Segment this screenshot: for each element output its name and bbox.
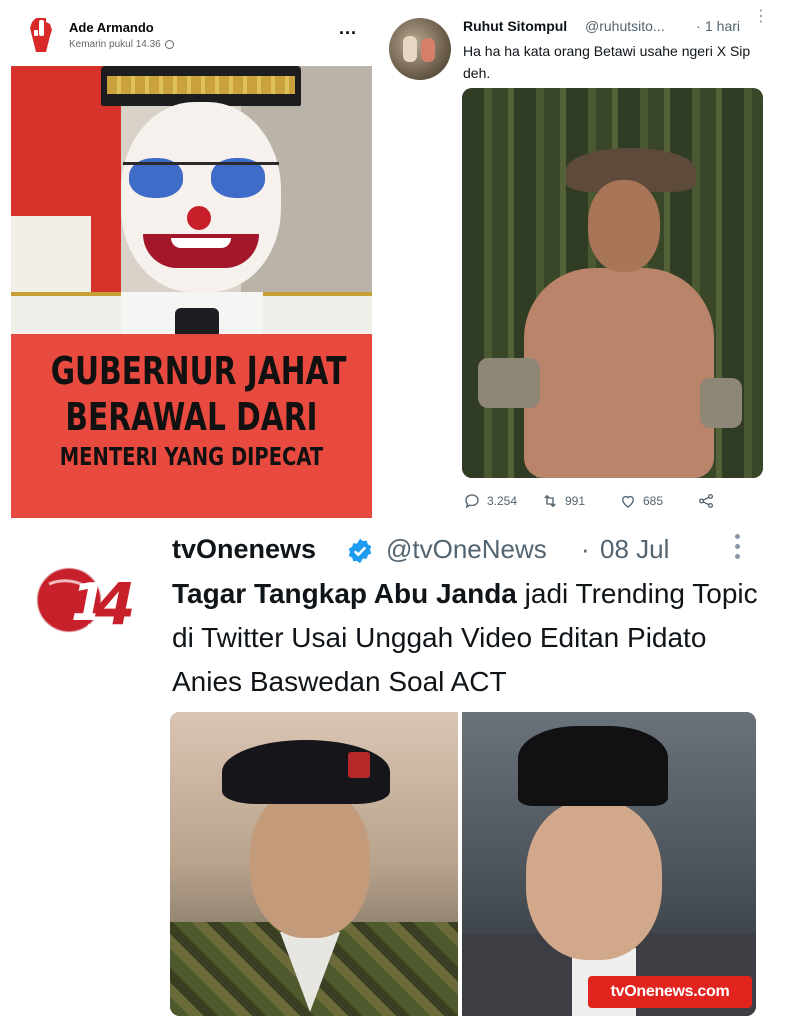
epaulette-left (11, 292, 121, 338)
more-dot (734, 544, 740, 549)
post-timestamp[interactable]: Kemarin pukul 14.36 (69, 39, 174, 50)
image-banner: GUBERNUR JAHAT BERAWAL DARI MENTERI YANG… (11, 334, 372, 518)
timestamp-text: Kemarin pukul 14.36 (69, 39, 161, 50)
tweet-text-bold: Tagar Tangkap Abu Janda (172, 578, 517, 609)
teeth (171, 238, 231, 248)
verified-badge-icon (348, 538, 372, 564)
tweet-actions: 3.254 991 685 (463, 490, 763, 512)
more-options-button[interactable]: ... (339, 18, 357, 39)
separator: · (581, 534, 590, 564)
share-button[interactable] (697, 492, 715, 510)
post-time[interactable]: 1 hari (705, 18, 740, 34)
tvone-14th-logo-icon[interactable]: 1 4 th (35, 558, 141, 640)
tweet-text: Tagar Tangkap Abu Janda jadi Trending To… (172, 572, 772, 704)
share-icon (698, 493, 714, 509)
more-dot (734, 534, 740, 539)
banner-line-1: GUBERNUR JAHAT (50, 349, 347, 393)
clown-nose (187, 206, 211, 230)
banner-line-3: MENTERI YANG DIPECAT (59, 442, 324, 471)
tvone-watermark: tvOnenews.com (588, 976, 752, 1008)
separator: · (696, 18, 701, 34)
author-name[interactable]: tvOnenews (172, 534, 316, 565)
like-count: 685 (643, 494, 664, 508)
post-date[interactable]: 08 Jul (600, 534, 669, 565)
author-name[interactable]: Ruhut Sitompul (463, 18, 567, 34)
cap-band (107, 76, 295, 94)
reply-button[interactable]: 3.254 (463, 492, 517, 510)
avatar-figure-1 (403, 36, 417, 62)
epaulette-right (263, 292, 372, 338)
author-avatar-icon[interactable] (26, 16, 56, 54)
author-avatar[interactable] (389, 18, 451, 80)
face-left (250, 788, 370, 938)
author-name[interactable]: Ade Armando (69, 20, 154, 35)
tweet-text: Ha ha ha kata orang Betawi usahe ngeri X… (463, 43, 751, 81)
post-image[interactable]: GUBERNUR JAHAT BERAWAL DARI MENTERI YANG… (11, 66, 372, 518)
retweet-button[interactable]: 991 (541, 492, 585, 510)
author-handle[interactable]: @ruhutsito... (585, 18, 665, 34)
arm-band-right (700, 378, 742, 428)
avatar-figure-2 (421, 38, 435, 62)
person-torso (524, 268, 714, 478)
more-options-button[interactable]: ⋮ (753, 9, 769, 25)
retweet-count: 991 (565, 494, 586, 508)
beret-badge (348, 752, 370, 778)
author-handle[interactable]: @tvOneNews (386, 534, 547, 565)
tweet-image[interactable]: tvOnenews.com (170, 712, 756, 1016)
twitter-post: Ruhut Sitompul @ruhutsito... · 1 hari ⋮ … (383, 0, 787, 525)
black-peci-cap (518, 726, 668, 806)
retweet-icon (544, 494, 556, 508)
reply-icon (465, 494, 479, 509)
facebook-post: Ade Armando Kemarin pukul 14.36 ... GUBE… (0, 0, 380, 525)
svg-text:th: th (87, 622, 101, 638)
globe-icon (164, 40, 174, 49)
arm-band-left (478, 358, 540, 408)
person-head (588, 180, 660, 272)
more-dot (734, 554, 740, 559)
more-options-button[interactable] (732, 534, 742, 559)
reply-count: 3.254 (487, 494, 518, 508)
tweet-image[interactable] (462, 88, 763, 478)
heart-icon (622, 495, 634, 508)
banner-line-2: BERAWAL DARI (65, 395, 318, 439)
glasses (123, 162, 279, 196)
like-button[interactable]: 685 (619, 492, 663, 510)
face-right (526, 800, 662, 960)
photo-right-content (462, 712, 756, 1016)
tvone-tweet: 1 4 th tvOnenews @tvOneNews · 08 Jul Tag… (0, 528, 787, 1024)
